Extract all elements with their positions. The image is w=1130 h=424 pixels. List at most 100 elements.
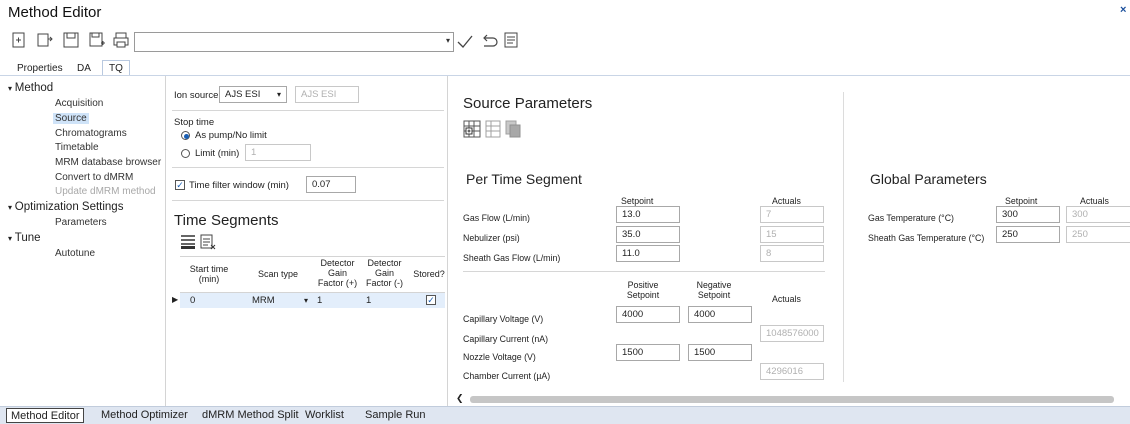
col-gain-pos: Detector Gain Factor (+) [317,258,358,288]
nozzle-voltage-label: Nozzle Voltage (V) [463,352,536,362]
save-as-icon[interactable] [88,31,106,49]
task-dmrm-method-split[interactable]: dMRM Method Split [202,408,299,423]
open-icon[interactable] [36,31,54,49]
capillary-current-actual: 1048576000 [760,325,824,342]
tree-node-tune[interactable]: ▾ Tune [8,232,41,244]
ion-source-label: Ion source [174,90,219,101]
tree-item-autotune[interactable]: Autotune [55,248,95,259]
method-path-combo[interactable] [134,32,454,52]
tree-item-convert-to-dmrm[interactable]: Convert to dMRM [55,172,133,183]
nozzle-voltage-negative[interactable]: 1500 [688,344,752,361]
tab-properties[interactable]: Properties [10,60,70,76]
cell-stored-checkbox[interactable]: ✓ [426,295,436,305]
chevron-down-icon[interactable]: ▾ [304,296,308,305]
cell-gain-pos[interactable]: 1 [317,295,322,306]
col-stored: Stored? [413,269,445,279]
cell-gain-neg[interactable]: 1 [366,295,371,306]
stop-time-limit-radio[interactable] [181,149,190,158]
divider [463,271,825,272]
sheath-gas-flow-actual: 8 [760,245,824,262]
checklist-icon[interactable] [502,31,520,49]
table-row[interactable] [180,293,445,308]
capillary-voltage-negative[interactable]: 4000 [688,306,752,323]
capillary-voltage-positive[interactable]: 4000 [616,306,680,323]
tree-item-parameters[interactable]: Parameters [55,217,107,228]
checkmark-icon[interactable] [456,33,474,51]
nozzle-voltage-positive[interactable]: 1500 [616,344,680,361]
task-sample-run[interactable]: Sample Run [365,408,426,423]
tab-tq[interactable]: TQ [102,60,130,76]
scroll-left-icon[interactable]: ❮ [456,393,464,404]
close-icon[interactable]: × [1120,4,1126,16]
gas-temperature-setpoint[interactable]: 300 [996,206,1060,223]
stop-time-no-limit-radio[interactable] [181,131,190,140]
new-icon[interactable] [10,31,28,49]
source-parameters-title: Source Parameters [463,95,593,112]
divider [172,110,444,111]
actuals-header: Actuals [772,294,801,304]
tree-item-acquisition[interactable]: Acquisition [55,98,103,109]
tab-da[interactable]: DA [70,60,98,76]
divider [172,200,444,201]
tree-node-method[interactable]: ▾ Method [8,82,53,94]
gas-flow-actual: 7 [760,206,824,223]
chamber-current-actual: 4296016 [760,363,824,380]
add-row-icon[interactable] [180,234,196,250]
print-icon[interactable] [112,31,130,49]
ion-source-select[interactable]: AJS ESI ▾ [219,86,287,103]
global-parameters-title: Global Parameters [870,171,987,187]
task-method-optimizer[interactable]: Method Optimizer [101,408,188,423]
time-segments-title: Time Segments [174,212,279,229]
sheath-gas-flow-label: Sheath Gas Flow (L/min) [463,253,561,263]
horizontal-scrollbar[interactable]: ❮ [456,393,1130,405]
time-filter-input[interactable]: 0.07 [306,176,356,193]
task-worklist[interactable]: Worklist [305,408,344,423]
col-start-time: Start time (min) [189,264,229,284]
sheath-gas-flow-setpoint[interactable]: 11.0 [616,245,680,262]
source-paste-icon[interactable] [505,120,521,138]
nebulizer-actual: 15 [760,226,824,243]
sheath-gas-temperature-setpoint[interactable]: 250 [996,226,1060,243]
tree-item-timetable[interactable]: Timetable [55,142,99,153]
chamber-current-label: Chamber Current (µA) [463,371,551,381]
nebulizer-setpoint[interactable]: 35.0 [616,226,680,243]
setpoint-header: Setpoint [621,196,654,206]
save-icon[interactable] [62,31,80,49]
delete-row-icon[interactable] [200,234,216,250]
gas-flow-setpoint[interactable]: 13.0 [616,206,680,223]
divider [172,167,444,168]
tree-item-source[interactable]: Source [53,113,89,124]
cell-scan-type[interactable]: MRM [252,295,275,306]
global-actuals-header: Actuals [1080,196,1109,206]
mid-panel-divider [447,76,448,406]
stop-time-limit-input: 1 [245,144,311,161]
time-filter-label: Time filter window (min) [189,180,289,191]
tree-item-update-dmrm-method: Update dMRM method [55,186,156,197]
capillary-voltage-label: Capillary Voltage (V) [463,314,544,324]
tree-item-chromatograms[interactable]: Chromatograms [55,128,127,139]
per-time-segment-title: Per Time Segment [466,171,582,187]
stop-time-no-limit-label: As pump/No limit [195,130,267,141]
time-filter-checkbox[interactable]: ✓ [175,180,185,190]
sheath-gas-temperature-label: Sheath Gas Temperature (°C) [868,233,985,243]
gas-temperature-label: Gas Temperature (°C) [868,213,954,223]
section-divider [843,92,844,382]
scrollbar-thumb[interactable] [470,396,1114,403]
ion-source-readonly: AJS ESI [295,86,359,103]
positive-setpoint-header: Positive Setpoint [626,280,660,300]
left-panel-divider [165,76,166,406]
cell-start-time[interactable]: 0 [190,295,195,306]
tree-node-optimization-settings[interactable]: ▾ Optimization Settings [8,201,123,213]
task-method-editor[interactable]: Method Editor [6,408,85,423]
source-grid-icon[interactable] [463,120,481,138]
gas-flow-label: Gas Flow (L/min) [463,213,530,223]
chevron-down-icon[interactable]: ▾ [443,36,453,48]
undo-icon[interactable] [480,33,498,51]
col-scan-type: Scan type [257,269,299,279]
source-copy-icon[interactable] [485,120,501,138]
tree-item-mrm-database-browser[interactable]: MRM database browser [55,157,161,168]
actuals-header: Actuals [772,196,801,206]
row-pointer-icon: ▶ [172,295,179,304]
col-gain-neg: Detector Gain Factor (-) [366,258,403,288]
global-setpoint-header: Setpoint [1005,196,1038,206]
